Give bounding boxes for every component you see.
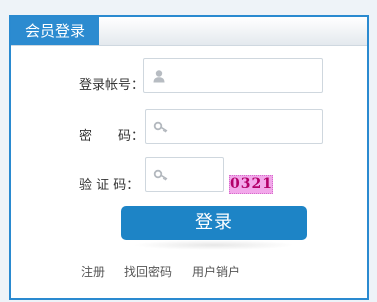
captcha-field[interactable] xyxy=(145,157,224,192)
panel-header: 会员登录 xyxy=(11,17,367,46)
password-field[interactable] xyxy=(145,109,323,144)
key-icon xyxy=(153,169,168,181)
username-field[interactable] xyxy=(143,58,323,93)
key-icon xyxy=(153,121,168,133)
user-icon xyxy=(153,69,165,82)
captcha-label: 验 证 码： xyxy=(79,178,140,193)
password-label: 密 码： xyxy=(79,129,145,144)
login-panel: 会员登录 登录帐号： 密 码： 验 证 码： 0321 登录 注册 找回密码 用… xyxy=(9,15,369,300)
username-input[interactable] xyxy=(174,59,318,92)
button-shadow xyxy=(133,240,295,250)
cancel-account-link[interactable]: 用户销户 xyxy=(192,263,240,280)
login-button[interactable]: 登录 xyxy=(121,206,307,240)
username-label: 登录帐号： xyxy=(79,78,145,93)
register-link[interactable]: 注册 xyxy=(81,263,105,280)
password-input[interactable] xyxy=(176,110,318,143)
captcha-input[interactable] xyxy=(176,158,219,191)
recover-password-link[interactable]: 找回密码 xyxy=(124,263,172,280)
captcha-image[interactable]: 0321 xyxy=(229,175,273,194)
panel-title: 会员登录 xyxy=(11,17,99,45)
